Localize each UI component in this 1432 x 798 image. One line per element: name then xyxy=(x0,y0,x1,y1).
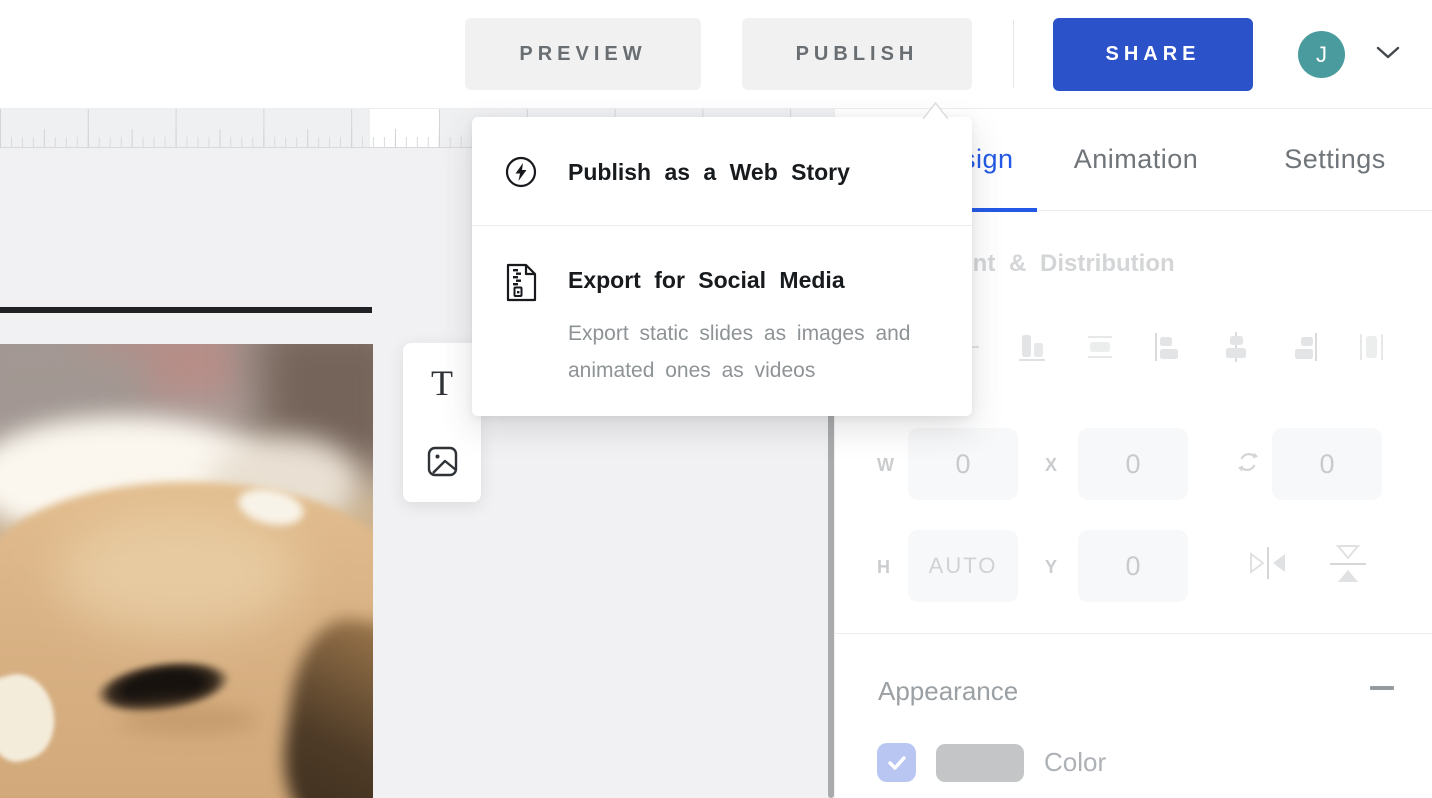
topbar-divider xyxy=(1013,20,1014,88)
y-label: Y xyxy=(1045,557,1057,578)
x-label: X xyxy=(1045,455,1057,476)
checkmark-icon xyxy=(887,754,907,772)
zip-file-icon xyxy=(505,263,538,302)
avatar[interactable]: J xyxy=(1298,31,1345,78)
app-window: Design Animation Settings Alignment & Di… xyxy=(0,0,1432,798)
top-bar: PREVIEW PUBLISH SHARE J xyxy=(0,0,1432,109)
dropdown-caret xyxy=(922,100,949,119)
amp-lightning-icon xyxy=(505,156,537,188)
align-right-icon[interactable] xyxy=(1286,328,1322,366)
rotation-input[interactable] xyxy=(1272,428,1382,500)
alignment-buttons-row xyxy=(946,328,1390,366)
menu-item-title: Publish as a Web Story xyxy=(568,159,850,186)
image-tool-button[interactable] xyxy=(403,423,481,499)
photo-dog-fur-highlight xyxy=(56,512,300,634)
menu-item-description: Export static slides as images and anima… xyxy=(568,315,938,389)
chevron-down-icon[interactable] xyxy=(1374,44,1402,62)
publish-button[interactable]: PUBLISH xyxy=(742,18,972,90)
width-label: W xyxy=(877,455,894,476)
align-left-icon[interactable] xyxy=(1150,328,1186,366)
flip-vertical-icon[interactable] xyxy=(1326,541,1370,587)
color-enabled-checkbox[interactable] xyxy=(877,743,916,782)
rotation-icon xyxy=(1237,451,1259,473)
element-toolbar xyxy=(403,343,481,502)
avatar-initial: J xyxy=(1316,42,1327,68)
width-input[interactable] xyxy=(908,428,1018,500)
photo-dog-eye-shadow xyxy=(118,706,260,734)
color-label: Color xyxy=(1044,747,1106,778)
height-input[interactable] xyxy=(908,530,1018,602)
x-input[interactable] xyxy=(1078,428,1188,500)
distribute-vertical-center-icon[interactable] xyxy=(1082,328,1118,366)
canvas-dog-image[interactable] xyxy=(0,344,373,798)
share-button[interactable]: SHARE xyxy=(1053,18,1253,91)
text-tool-icon xyxy=(431,362,453,404)
menu-item-title: Export for Social Media xyxy=(568,267,845,294)
ruler-highlight-segment xyxy=(370,108,439,147)
y-input[interactable] xyxy=(1078,530,1188,602)
align-horizontal-center-icon[interactable] xyxy=(1218,328,1254,366)
publish-dropdown-menu: Publish as a Web Story Export for Social… xyxy=(472,117,972,416)
distribute-horizontal-center-icon[interactable] xyxy=(1354,328,1390,366)
panel-section-divider xyxy=(835,633,1432,634)
color-swatch[interactable] xyxy=(936,744,1024,782)
text-tool-button[interactable] xyxy=(403,345,481,421)
height-label: H xyxy=(877,557,890,578)
preview-button[interactable]: PREVIEW xyxy=(465,18,701,90)
align-bottom-icon[interactable] xyxy=(1014,328,1050,366)
flip-horizontal-icon[interactable] xyxy=(1247,543,1289,583)
canvas-line-element[interactable] xyxy=(0,307,372,313)
appearance-section-title: Appearance xyxy=(878,676,1018,707)
tab-settings[interactable]: Settings xyxy=(1273,108,1397,211)
image-tool-icon xyxy=(427,446,458,477)
collapse-minus-icon[interactable] xyxy=(1370,686,1394,690)
tab-animation[interactable]: Animation xyxy=(1063,108,1209,211)
